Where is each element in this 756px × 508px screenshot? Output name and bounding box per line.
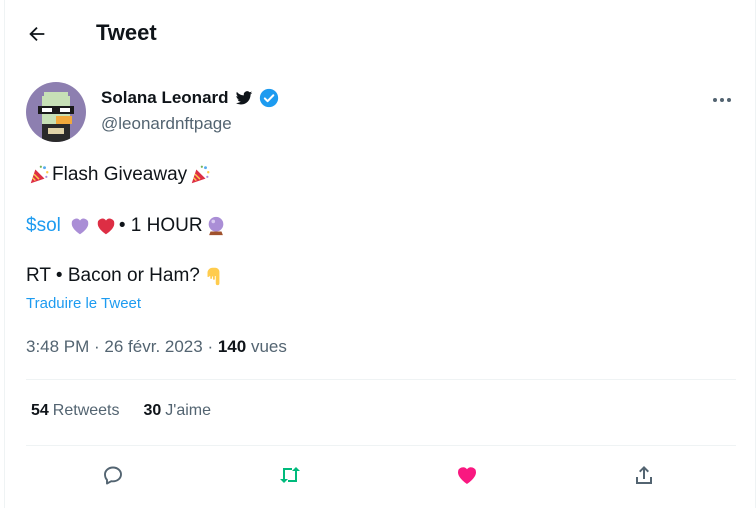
tweet-date[interactable]: 26 févr. 2023 <box>104 337 202 356</box>
reply-icon <box>104 466 122 485</box>
divider <box>26 445 736 446</box>
retweets-stat[interactable]: 54 Retweets <box>31 402 120 420</box>
header: Tweet <box>5 0 755 68</box>
retweet-icon <box>280 467 300 483</box>
tweet-line-2: $sol • 1 HOUR <box>26 214 229 238</box>
tweet-text-line-3: RT • Bacon or Ham? <box>26 265 200 286</box>
user-handle[interactable]: @leonardnftpage <box>101 114 232 134</box>
more-icon <box>713 98 717 102</box>
views-count: 140 <box>217 337 247 356</box>
page-title: Tweet <box>96 20 157 45</box>
user-name[interactable]: Solana Leonard <box>101 88 229 108</box>
back-button[interactable] <box>19 16 55 52</box>
tweet-meta: 3:48 PM · 26 févr. 2023 · 140 vues <box>26 337 287 356</box>
cashtag-link[interactable]: $sol <box>26 215 61 237</box>
more-button[interactable] <box>707 86 737 114</box>
back-arrow-icon <box>29 26 45 42</box>
verified-badge-icon <box>259 88 278 108</box>
like-icon <box>458 467 476 484</box>
divider <box>26 379 736 380</box>
share-icon <box>636 466 652 484</box>
tweet-line-3: RT • Bacon or Ham? <box>26 264 226 288</box>
purple-heart-icon <box>68 214 92 238</box>
user-name-row[interactable]: Solana Leonard <box>101 88 279 108</box>
tweet-stats: 54 Retweets 30 J'aime <box>31 402 211 420</box>
views-label: vues <box>250 337 287 356</box>
pointing-down-icon <box>201 264 225 288</box>
share-button[interactable] <box>627 458 661 492</box>
avatar[interactable] <box>26 82 86 142</box>
reply-button[interactable] <box>96 458 130 492</box>
party-popper-icon <box>27 163 51 187</box>
party-popper-icon <box>188 163 212 187</box>
tweet-page: Tweet Solana Leonard @leonardnftpage Fla… <box>4 0 756 508</box>
tweet-text-line-1: Flash Giveaway <box>52 164 188 185</box>
likes-stat[interactable]: 30 J'aime <box>144 402 212 420</box>
tweet-line-1: Flash Giveaway <box>26 163 213 187</box>
crystal-ball-icon <box>204 214 228 238</box>
tweet-text-line-2: • 1 HOUR <box>118 215 203 236</box>
translate-link[interactable]: Traduire le Tweet <box>26 295 141 312</box>
like-button[interactable] <box>450 458 484 492</box>
red-heart-icon <box>94 214 118 238</box>
bird-icon <box>235 91 252 105</box>
tweet-time[interactable]: 3:48 PM <box>26 337 89 356</box>
retweet-button[interactable] <box>273 458 307 492</box>
